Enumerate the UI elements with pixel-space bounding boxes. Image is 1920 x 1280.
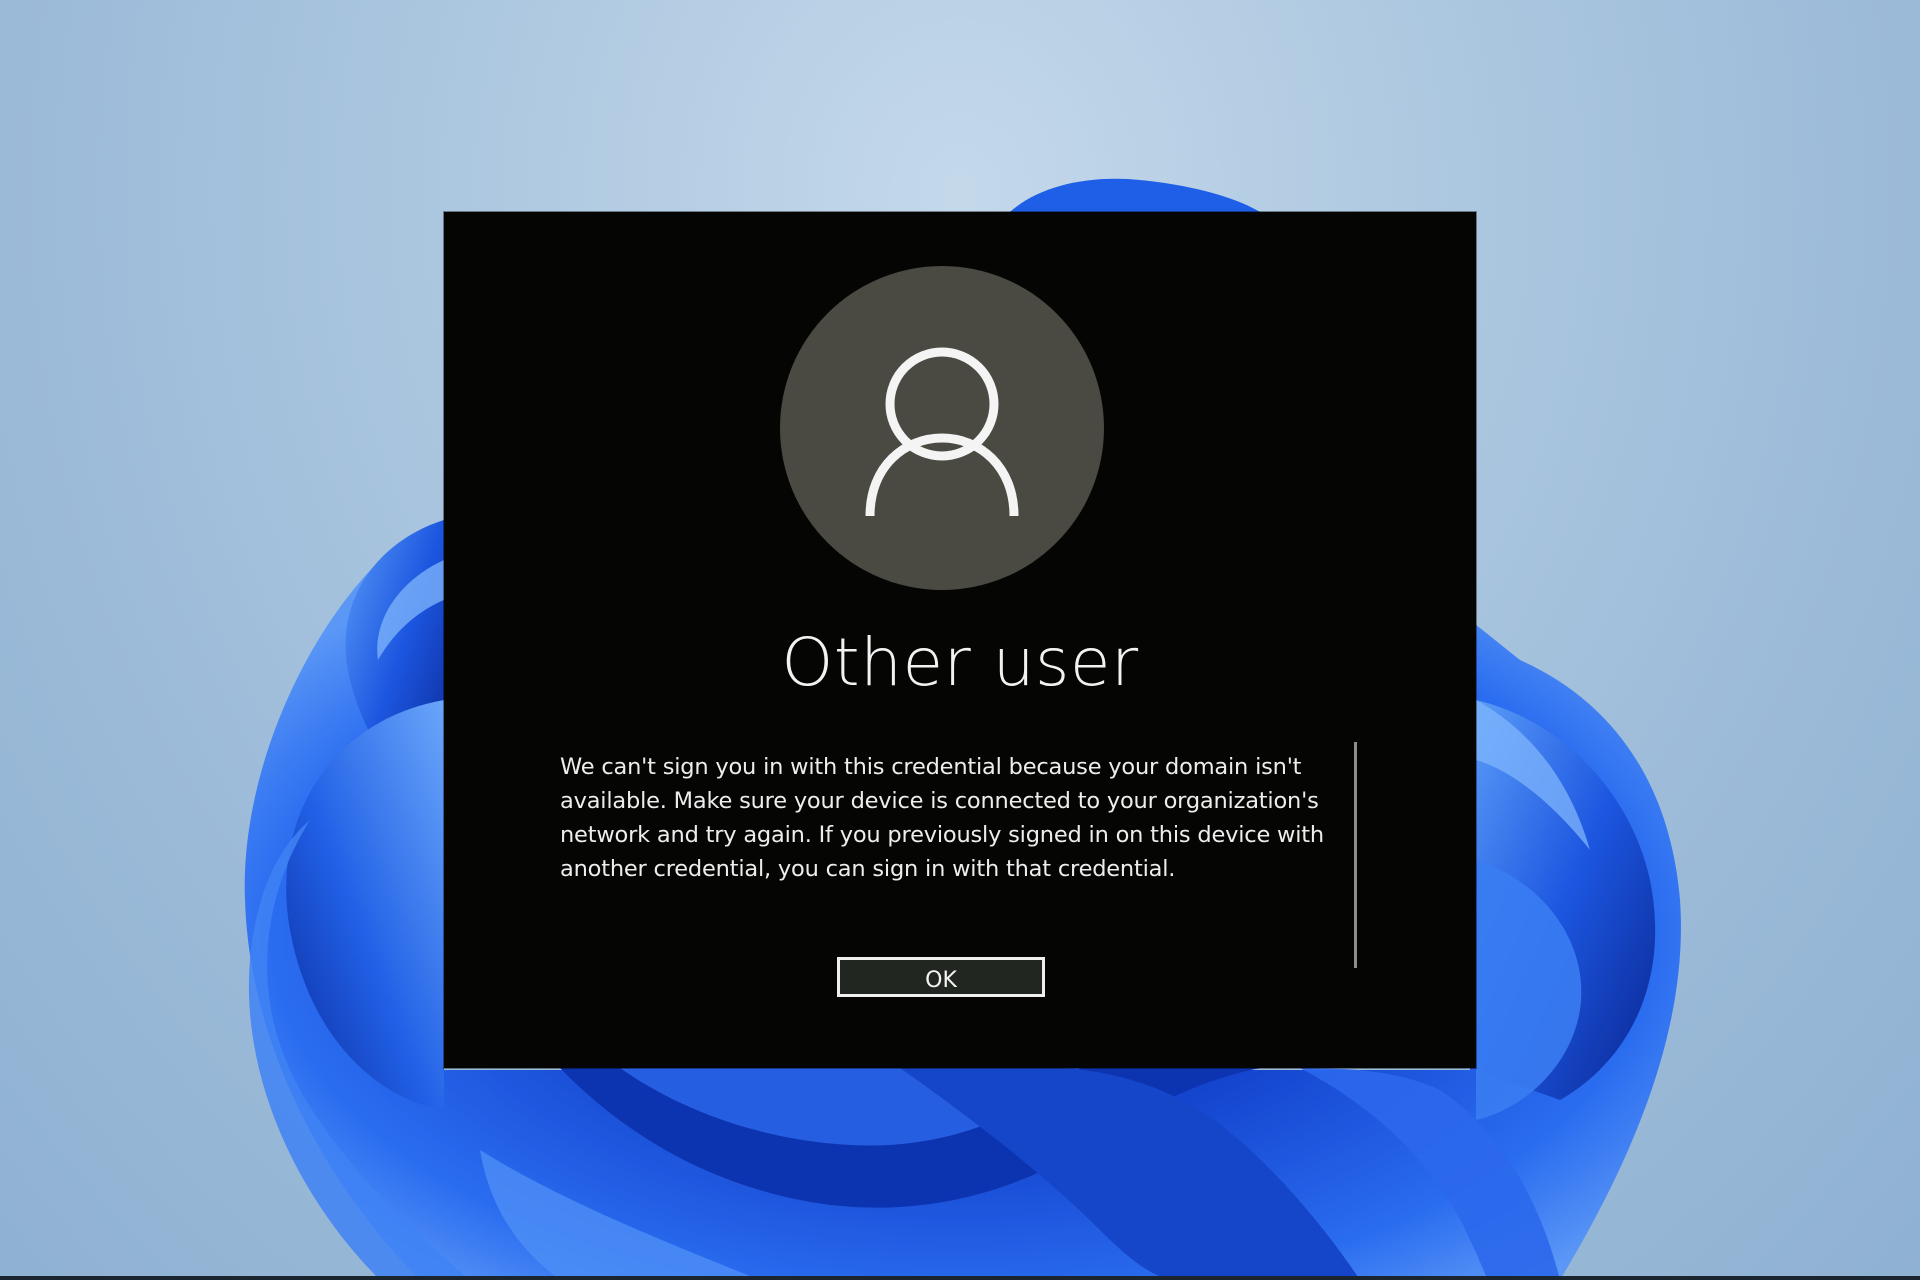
error-message: We can't sign you in with this credentia… [560, 754, 1324, 882]
sign-in-error-dialog: Other user We can't sign you in with thi… [444, 212, 1476, 1068]
user-icon [865, 347, 1019, 517]
user-avatar [780, 266, 1104, 590]
user-name: Other user [781, 624, 1139, 701]
desktop: Other user We can't sign you in with thi… [0, 0, 1920, 1280]
ok-button[interactable]: OK [837, 957, 1045, 997]
taskbar-edge [0, 1276, 1920, 1280]
message-scrollbar[interactable] [1354, 742, 1357, 968]
